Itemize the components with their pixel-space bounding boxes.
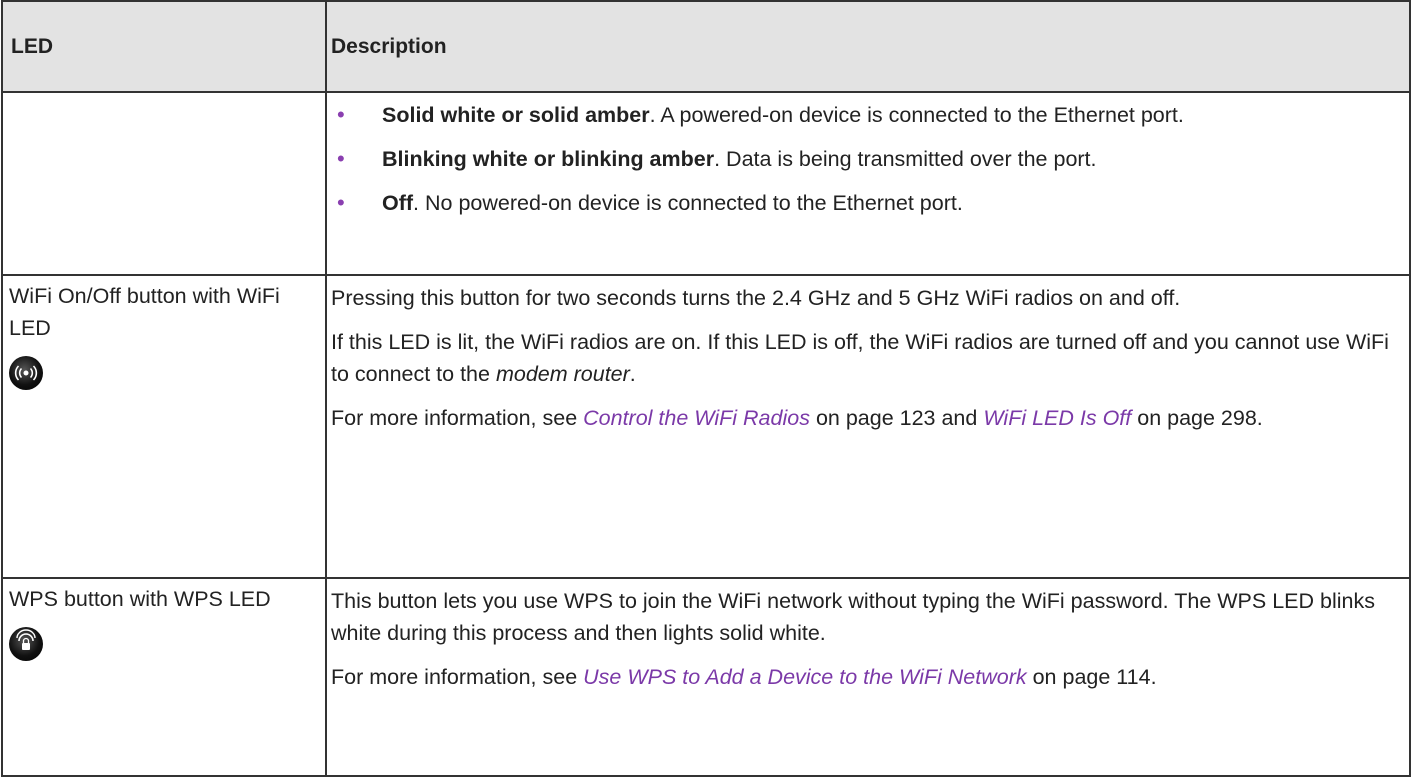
link-wifi-led-is-off[interactable]: WiFi LED Is Off xyxy=(983,406,1131,430)
description-paragraph: For more information, see Control the Wi… xyxy=(331,406,1263,430)
link-control-wifi-radios[interactable]: Control the WiFi Radios xyxy=(583,406,810,430)
table-header-row: LED Description xyxy=(1,0,1411,93)
description-paragraph: Pressing this button for two seconds tur… xyxy=(331,286,1181,310)
led-label: WiFi On/Off button with WiFi LED xyxy=(9,284,280,340)
led-cell: WPS button with WPS LED xyxy=(1,577,327,777)
list-item: • Blinking white or blinking amber. Data … xyxy=(331,143,1405,175)
description-paragraph: If this LED is lit, the WiFi radios are … xyxy=(331,330,1389,386)
table-row: WPS button with WPS LED This button lets… xyxy=(1,577,1411,777)
list-item: • Off. No powered-on device is connected … xyxy=(331,187,1405,219)
led-table: LED Description • Solid white or solid am… xyxy=(1,0,1411,777)
bullet-list: • Solid white or solid amber. A powered-o… xyxy=(331,99,1405,219)
description-cell: This button lets you use WPS to join the… xyxy=(325,577,1411,777)
description-paragraph: For more information, see Use WPS to Add… xyxy=(331,665,1157,689)
wps-lock-icon xyxy=(9,627,43,661)
wifi-signal-icon xyxy=(9,356,43,390)
table-row: WiFi On/Off button with WiFi LED Pressin… xyxy=(1,274,1411,579)
header-description: Description xyxy=(325,0,1411,93)
description-cell: • Solid white or solid amber. A powered-o… xyxy=(325,91,1411,276)
list-item: • Solid white or solid amber. A powered-o… xyxy=(331,99,1405,131)
header-led: LED xyxy=(1,0,327,93)
description-cell: Pressing this button for two seconds tur… xyxy=(325,274,1411,579)
led-label: WPS button with WPS LED xyxy=(9,587,271,611)
description-paragraph: This button lets you use WPS to join the… xyxy=(331,589,1375,645)
led-cell: WiFi On/Off button with WiFi LED xyxy=(1,274,327,579)
bullet-icon: • xyxy=(337,146,345,171)
table-row: • Solid white or solid amber. A powered-o… xyxy=(1,91,1411,276)
led-cell xyxy=(1,91,327,276)
bullet-icon: • xyxy=(337,102,345,127)
link-use-wps[interactable]: Use WPS to Add a Device to the WiFi Netw… xyxy=(583,665,1027,689)
bullet-icon: • xyxy=(337,190,345,215)
